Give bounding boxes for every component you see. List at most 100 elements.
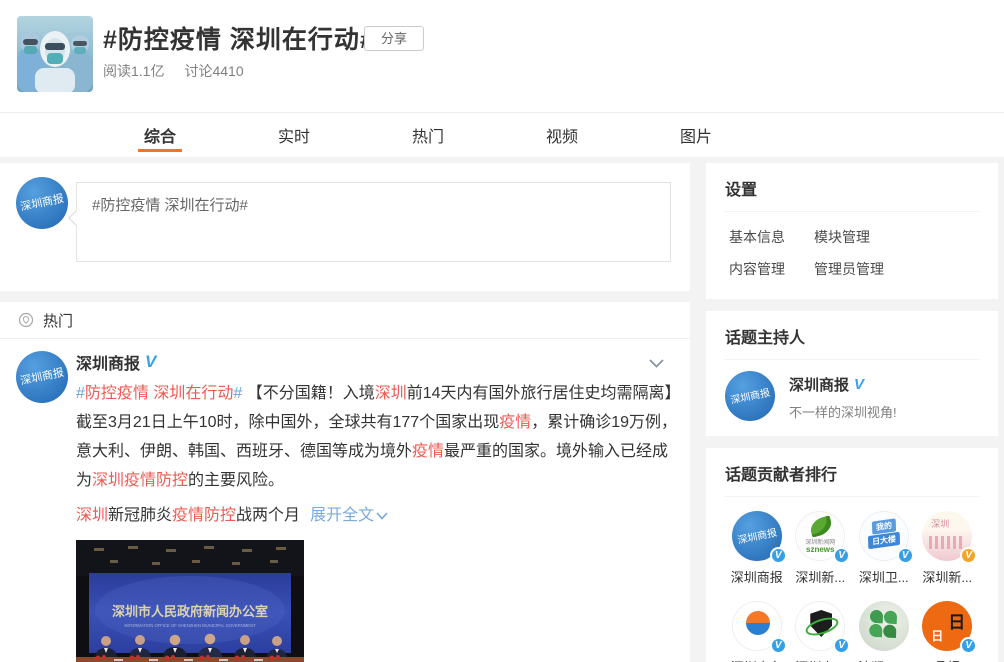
current-user-avatar[interactable]: 深圳商报 xyxy=(16,177,68,229)
contributor-item[interactable]: 波澜_h... xyxy=(852,601,916,662)
post-text-segment: 的主要风险。 xyxy=(188,472,284,489)
chevron-down-icon xyxy=(376,512,388,520)
contributor-avatar[interactable]: 深圳V xyxy=(922,511,972,561)
avatar-brand-mark: 深圳商报 xyxy=(16,363,68,389)
tab-item[interactable]: 视频 xyxy=(495,113,629,157)
post-text: #防控疫情 深圳在行动# 【不分国籍！入境深圳前14天内有国外旅行居住史均需隔离… xyxy=(76,379,682,495)
contributor-item[interactable]: 深圳商报V深圳商报 xyxy=(725,511,789,586)
tab-bar: 综合实时热门视频图片 xyxy=(0,112,1004,157)
contributor-name[interactable]: 深圳新... xyxy=(922,567,972,586)
verified-badge-icon: V xyxy=(145,352,156,372)
contributor-avatar[interactable]: V xyxy=(795,601,845,651)
contributor-name[interactable]: 深圳新... xyxy=(795,567,845,586)
tab-item[interactable]: 热门 xyxy=(361,113,495,157)
backdrop-subtitle: INFORMATION OFFICE OF SHENZHEN MUNICIPAL… xyxy=(124,623,256,628)
main-content: 深圳商报 #防控疫情 深圳在行动# 热门 深圳商报 深圳商报 V xyxy=(0,157,1004,662)
topic-cover-image xyxy=(17,16,93,92)
left-column: 深圳商报 #防控疫情 深圳在行动# 热门 深圳商报 深圳商报 V xyxy=(0,163,690,662)
avatar-brand-mark: 深圳商报 xyxy=(725,383,775,408)
contributor-item[interactable]: 日日V晶报 xyxy=(916,601,980,662)
reads-count: 阅读1.1亿 xyxy=(103,63,164,79)
host-avatar[interactable]: 深圳商报 xyxy=(725,371,775,421)
compose-input[interactable]: #防控疫情 深圳在行动# xyxy=(76,182,671,262)
contributor-avatar[interactable] xyxy=(859,601,909,651)
tab-item[interactable]: 图片 xyxy=(629,113,763,157)
feed-card: 热门 深圳商报 深圳商报 V #防控疫情 深圳在行动# 【不分国籍！入境深圳前1… xyxy=(0,302,690,662)
contributor-name[interactable]: 晶报 xyxy=(934,657,960,662)
avatar-brand-mark: 深圳商报 xyxy=(16,189,68,215)
host-card: 话题主持人 深圳商报 深圳商报 V 不一样的深圳视角! xyxy=(706,311,998,436)
post-keyword-link[interactable]: 疫情 xyxy=(499,414,531,431)
post-keyword-link[interactable]: 深圳疫情防控 xyxy=(92,472,188,489)
contributor-name[interactable]: 深圳卫... xyxy=(859,567,909,586)
contributor-item[interactable]: V 深圳市... xyxy=(789,601,853,662)
share-button[interactable]: 分享 xyxy=(364,26,424,51)
post-text-segment: 战两个月 xyxy=(236,507,300,524)
contributor-avatar[interactable]: 我的日大楼V xyxy=(859,511,909,561)
post-keyword-link[interactable]: 疫情防控 xyxy=(172,507,236,524)
post-author-name[interactable]: 深圳商报 xyxy=(76,350,140,374)
medical-staff-photo xyxy=(17,16,93,92)
contributor-item[interactable]: 我的日大楼V 深圳卫... xyxy=(852,511,916,586)
expand-full-text-link[interactable]: 展开全文 xyxy=(310,507,388,524)
host-name[interactable]: 深圳商报 xyxy=(789,374,849,395)
tab-bar-list: 综合实时热门视频图片 xyxy=(0,113,1004,157)
contributors-grid: 深圳商报V深圳商报深圳新闻网sznewsV深圳新...我的日大楼V深圳卫...深… xyxy=(725,497,979,662)
contributors-title: 话题贡献者排行 xyxy=(725,448,979,497)
host-card-title: 话题主持人 xyxy=(725,311,979,360)
host-description: 不一样的深圳视角! xyxy=(789,402,897,421)
contributor-avatar[interactable]: 深圳商报V xyxy=(732,511,782,561)
tab-item-active[interactable]: 综合 xyxy=(93,113,227,157)
settings-links: 基本信息模块管理内容管理管理员管理 xyxy=(725,212,979,299)
hot-section-title: 热门 xyxy=(43,310,73,331)
hot-section-header: 热门 xyxy=(0,302,690,339)
post-keyword-link[interactable]: 疫情 xyxy=(412,443,444,460)
location-pin-circle-icon xyxy=(18,312,34,328)
contributor-item[interactable]: V 深圳商务 xyxy=(725,601,789,662)
avatar-brand-mark: 日 xyxy=(931,627,943,644)
backdrop-title: 深圳市人民政府新闻办公室 xyxy=(112,604,268,619)
post-more-text: 深圳新冠肺炎疫情防控战两个月 xyxy=(76,507,300,524)
post-author-avatar[interactable]: 深圳商报 xyxy=(16,351,68,403)
press-conference-image[interactable]: 深圳市人民政府新闻办公室 INFORMATION OFFICE OF SHENZ… xyxy=(76,540,304,662)
contributor-avatar[interactable]: 深圳新闻网sznewsV xyxy=(795,511,845,561)
contributor-name[interactable]: 波澜_h... xyxy=(858,657,909,662)
topic-stats: 阅读1.1亿 讨论4410 xyxy=(103,61,264,81)
post-keyword-link[interactable]: # xyxy=(76,385,85,402)
contributor-name[interactable]: 深圳商报 xyxy=(731,567,783,586)
contributor-avatar[interactable]: 日日V xyxy=(922,601,972,651)
settings-link[interactable]: 管理员管理 xyxy=(814,259,899,279)
contributor-avatar[interactable]: V xyxy=(732,601,782,651)
right-sidebar: 设置 基本信息模块管理内容管理管理员管理 话题主持人 深圳商报 深圳商报 V 不… xyxy=(706,163,998,662)
post-keyword-link[interactable]: # xyxy=(233,385,242,402)
tab-item[interactable]: 实时 xyxy=(227,113,361,157)
contributor-item[interactable]: 深圳V 深圳新... xyxy=(916,511,980,586)
topic-header: #防控疫情 深圳在行动# 分享 阅读1.1亿 讨论4410 xyxy=(0,0,1004,112)
page-title: #防控疫情 深圳在行动# xyxy=(103,20,375,56)
settings-link[interactable]: 内容管理 xyxy=(729,259,814,279)
post-keyword-link[interactable]: 深圳 xyxy=(375,385,407,402)
post-head: 深圳商报 V xyxy=(76,351,690,373)
settings-title: 设置 xyxy=(725,163,979,212)
avatar-brand-mark: 深圳商报 xyxy=(732,523,782,548)
verified-badge-icon: V xyxy=(897,547,914,564)
post-menu-chevron-down-icon[interactable] xyxy=(649,355,664,373)
post-keyword-link[interactable]: 深圳 xyxy=(76,507,108,524)
post-keyword-link[interactable]: 防控疫情 深圳在行动 xyxy=(85,385,233,402)
contributor-name[interactable]: 深圳商务 xyxy=(731,657,783,662)
contributor-item[interactable]: 深圳新闻网sznewsV 深圳新... xyxy=(789,511,853,586)
avatar-image xyxy=(859,601,909,651)
contributor-name[interactable]: 深圳市... xyxy=(795,657,845,662)
post: 深圳商报 深圳商报 V #防控疫情 深圳在行动# 【不分国籍！入境深圳前14天内… xyxy=(0,339,690,662)
avatar-brand-mark: 日 xyxy=(948,608,965,633)
settings-link[interactable]: 基本信息 xyxy=(729,227,814,247)
discussions-count: 讨论4410 xyxy=(184,63,243,79)
post-text-segment: 【不分国籍！入境 xyxy=(242,385,374,402)
verified-badge-icon: V xyxy=(833,637,850,654)
settings-link[interactable]: 模块管理 xyxy=(814,227,899,247)
verified-badge-icon: V xyxy=(854,376,864,393)
verified-badge-icon: V xyxy=(960,547,977,564)
post-text-segment: 新冠肺炎 xyxy=(108,507,172,524)
post-more-line: 深圳新冠肺炎疫情防控战两个月展开全文 xyxy=(76,501,680,530)
verified-badge-icon: V xyxy=(960,637,977,654)
